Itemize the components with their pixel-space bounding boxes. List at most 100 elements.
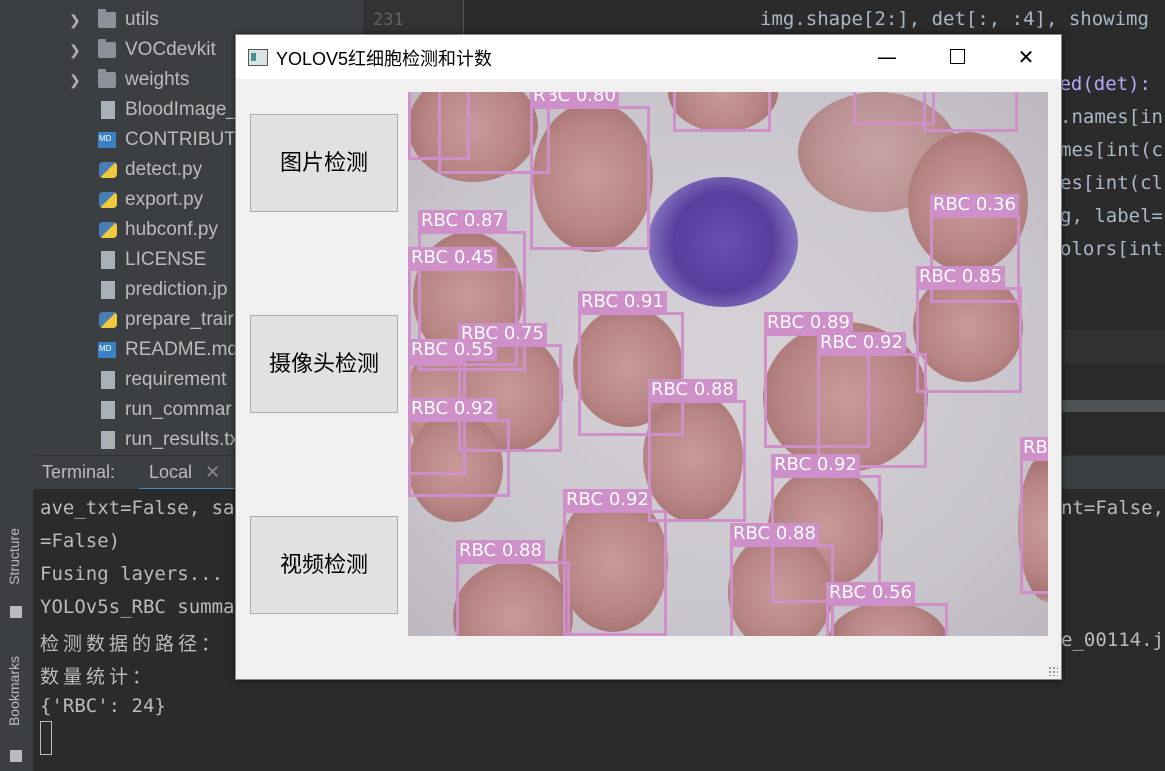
markdown-file-icon [98, 132, 116, 148]
maximize-icon [950, 49, 965, 64]
terminal-line-fragment: e_00114.j [1061, 629, 1164, 651]
detection-label: RBC 0.87 [418, 210, 507, 232]
text-file-icon [101, 251, 115, 269]
detection-box [438, 92, 550, 174]
detection-box: RBC 0.88 [730, 523, 834, 636]
chevron-right-icon[interactable]: ❯ [69, 35, 81, 65]
detection-label: RBC 0.92 [771, 454, 860, 476]
tree-item-label: export.py [125, 189, 204, 210]
terminal-line: Fusing layers... [40, 563, 224, 585]
folder-icon [98, 69, 116, 88]
tree-item-label: detect.py [125, 159, 203, 180]
code-line: es[int(cl [1060, 172, 1163, 194]
terminal-tab-local[interactable]: Local ✕ [139, 456, 235, 491]
terminal-line: ave_txt=False, sa [40, 497, 235, 519]
white-blood-cell [648, 177, 798, 307]
tree-item-label: prediction.jp [125, 279, 228, 300]
detection-box [923, 92, 1018, 132]
tree-item-label: utils [125, 9, 159, 30]
markdown-file-icon [98, 342, 116, 358]
detection-label: RBC 0.85 [916, 266, 1005, 288]
tool-window-strip: Structure Bookmarks [0, 0, 34, 771]
image-file-icon [101, 101, 115, 119]
tree-item-label: weights [125, 69, 190, 90]
detection-label: RBC 0.92 [563, 489, 652, 511]
detection-box: RBC 0.92 [817, 332, 927, 468]
tree-item-label: run_results.tx [125, 429, 240, 450]
code-line: sed(det): [1048, 73, 1151, 95]
terminal-line: YOLOv5s_RBC summa [40, 596, 235, 618]
chevron-right-icon[interactable]: ❯ [69, 5, 81, 35]
python-file-icon [99, 312, 117, 328]
detection-box [673, 92, 771, 132]
detection-label: RBC 0.55 [408, 339, 497, 361]
tree-item-label: BloodImage_ [125, 99, 237, 120]
code-line: .names[in [1060, 106, 1163, 128]
detection-label: RBC 0.56 [826, 582, 915, 604]
code-line: img.shape[2:], det[:, :4], showimg [760, 8, 1149, 30]
tree-item-label: CONTRIBUTI [125, 129, 242, 150]
detection-label: RBC 0.92 [817, 332, 906, 354]
detection-label: RB [1020, 437, 1048, 459]
terminal-line: {'RBC': 24} [40, 695, 166, 717]
resize-grip[interactable] [1048, 666, 1058, 676]
tree-item-label: README.md [125, 339, 238, 360]
tree-item-label: LICENSE [125, 249, 207, 270]
detection-label: RBC 0.88 [730, 523, 819, 545]
video-detect-button[interactable]: 视频检测 [250, 516, 398, 614]
tree-item-label: requirement [125, 369, 227, 390]
detection-label: RBC 0.91 [578, 291, 667, 313]
terminal-title: Terminal: [42, 462, 116, 482]
structure-tab[interactable]: Structure [6, 528, 22, 585]
line-number: 231 [373, 10, 404, 30]
detection-result-image: RBC 0.80 RBC 0.87 RBC 0.45 RBC 0.36 RBC … [408, 92, 1048, 636]
tree-item-label: VOCdevkit [125, 39, 216, 60]
image-file-icon [101, 281, 115, 299]
detection-box: RBC 0.92 [563, 489, 667, 636]
python-file-icon [99, 162, 117, 178]
close-icon[interactable]: ✕ [205, 462, 220, 483]
chevron-right-icon[interactable]: ❯ [69, 65, 81, 95]
code-line: g, label= [1060, 205, 1163, 227]
text-file-icon [101, 431, 115, 449]
terminal-line: 数量统计： [40, 666, 156, 688]
terminal-cursor [40, 721, 52, 755]
structure-icon [10, 606, 22, 618]
detection-label: RBC 0.88 [648, 379, 737, 401]
code-line: olors[int [1060, 238, 1163, 260]
detection-label: RBC 0.92 [408, 398, 497, 420]
bookmark-icon [10, 750, 22, 762]
detection-box: RBC 0.85 [916, 266, 1022, 393]
terminal-line: 检测数据的路径： [40, 633, 225, 655]
maximize-button[interactable] [922, 35, 992, 79]
image-detect-button[interactable]: 图片检测 [250, 114, 398, 212]
detection-box: RBC 0.88 [648, 379, 746, 522]
detection-label: RBC 0.45 [408, 247, 497, 269]
app-icon [248, 49, 268, 66]
code-line: mes[int(c [1060, 139, 1163, 161]
tree-item-label: run_commar [125, 399, 232, 420]
detection-box: RBC 0.88 [456, 540, 570, 636]
camera-detect-button[interactable]: 摄像头检测 [250, 315, 398, 413]
detection-label: RBC 0.89 [764, 312, 853, 334]
close-button[interactable]: ✕ [991, 35, 1061, 79]
window-title: YOLOV5红细胞检测和计数 [276, 49, 493, 69]
terminal-line-fragment: nt=False, [1061, 497, 1164, 519]
minimize-button[interactable]: — [852, 35, 922, 79]
terminal-tab-label: Local [149, 462, 193, 482]
detection-box: RBC 0.56 [826, 582, 948, 636]
horizontal-scrollbar[interactable] [1050, 400, 1165, 412]
text-file-icon [101, 401, 115, 419]
python-file-icon [99, 192, 117, 208]
bookmarks-tab[interactable]: Bookmarks [6, 656, 22, 726]
detection-box: RB [1020, 437, 1048, 594]
python-file-icon [99, 222, 117, 238]
window-title-bar[interactable]: YOLOV5红细胞检测和计数 — ✕ [236, 35, 1061, 79]
detection-label: RBC 0.88 [456, 540, 545, 562]
detection-label: RBC 0.36 [930, 194, 1019, 216]
tree-item-utils[interactable]: ❯ utils [33, 5, 363, 35]
folder-icon [98, 9, 116, 28]
terminal-line: =False) [40, 530, 121, 552]
detection-box: RBC 0.92 [408, 398, 510, 497]
tree-item-label: prepare_trair [125, 309, 234, 330]
